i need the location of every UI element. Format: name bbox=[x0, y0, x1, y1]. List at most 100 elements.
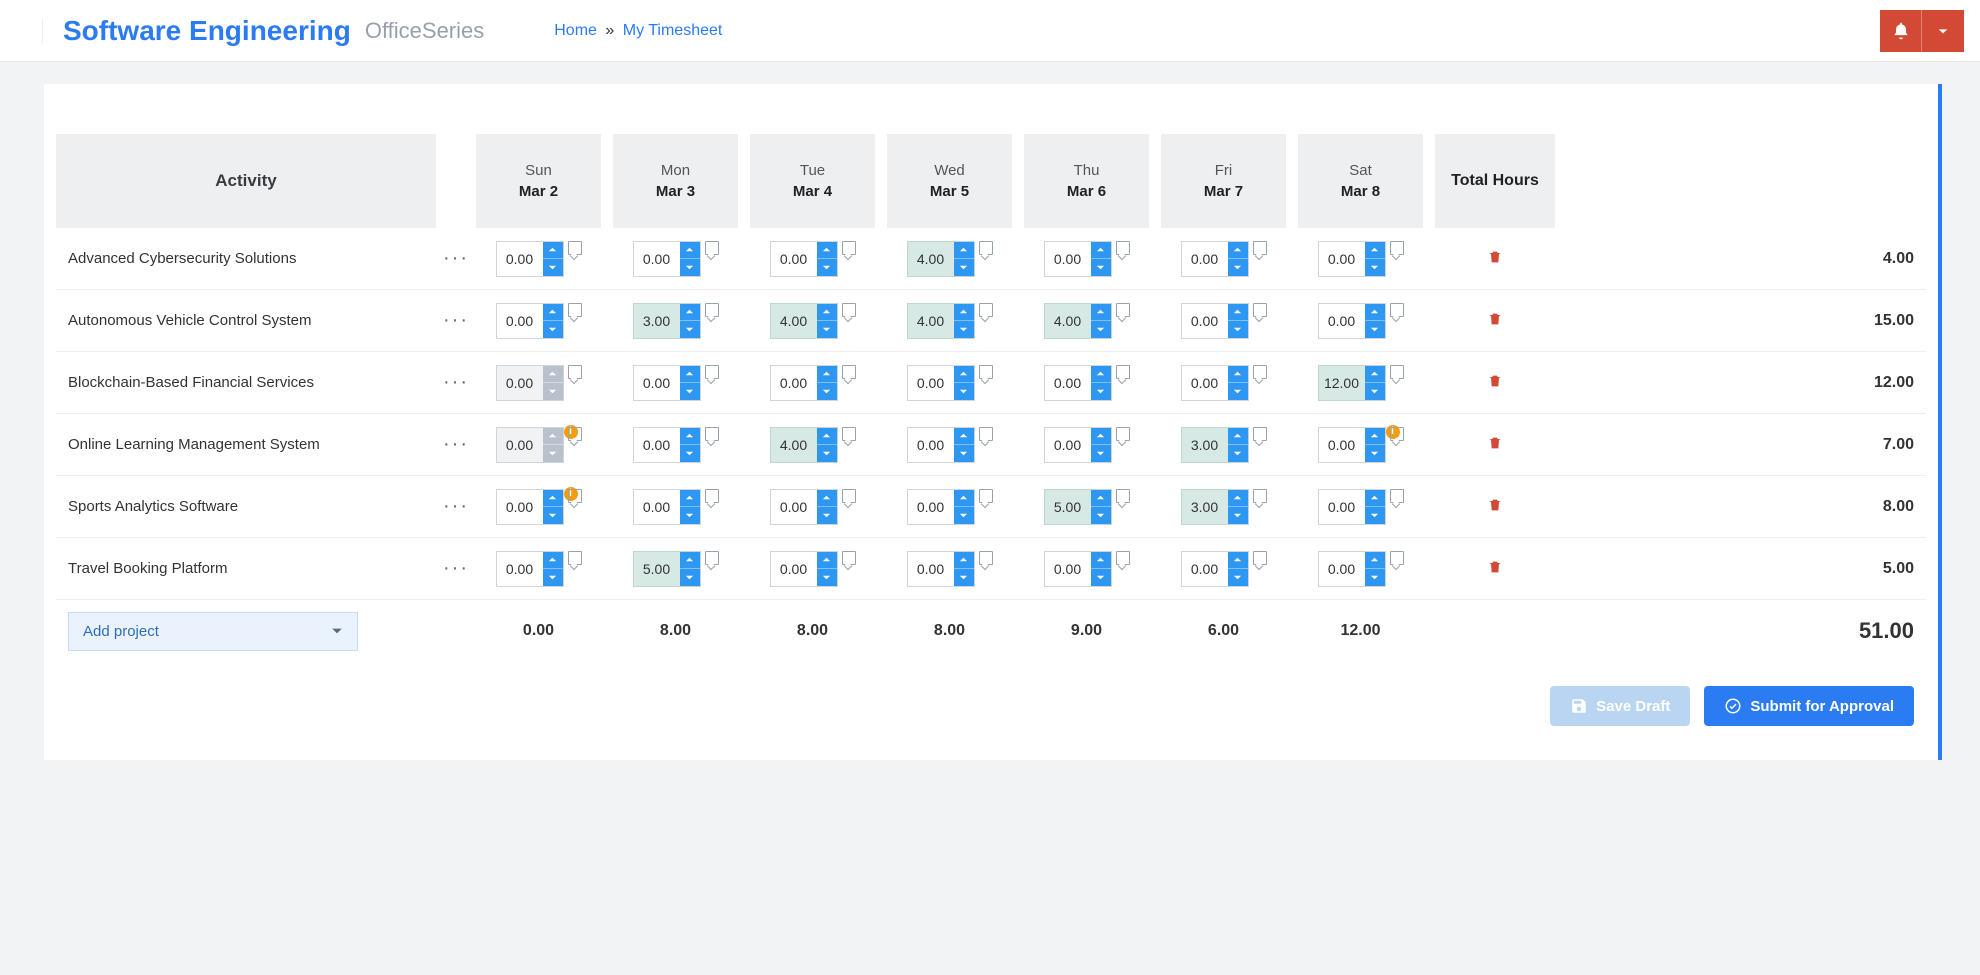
hours-decrement-button[interactable] bbox=[1091, 259, 1111, 276]
hours-increment-button[interactable] bbox=[954, 242, 974, 260]
hours-decrement-button[interactable] bbox=[817, 259, 837, 276]
hours-increment-button[interactable] bbox=[954, 490, 974, 508]
hours-input[interactable] bbox=[1182, 304, 1228, 338]
hours-increment-button[interactable] bbox=[817, 366, 837, 384]
hours-decrement-button[interactable] bbox=[954, 259, 974, 276]
delete-row-button[interactable] bbox=[1487, 500, 1503, 516]
hours-decrement-button[interactable] bbox=[1228, 569, 1248, 586]
note-icon[interactable] bbox=[1390, 427, 1404, 441]
hours-increment-button[interactable] bbox=[680, 366, 700, 384]
note-icon[interactable] bbox=[1116, 303, 1130, 317]
note-icon[interactable] bbox=[979, 427, 993, 441]
hours-decrement-button[interactable] bbox=[1091, 569, 1111, 586]
delete-row-button[interactable] bbox=[1487, 376, 1503, 392]
note-icon[interactable] bbox=[1390, 303, 1404, 317]
note-icon[interactable] bbox=[842, 489, 856, 503]
hours-input[interactable] bbox=[497, 242, 543, 276]
hours-increment-button[interactable] bbox=[1365, 490, 1385, 508]
hours-decrement-button[interactable] bbox=[1365, 569, 1385, 586]
hours-increment-button[interactable] bbox=[817, 242, 837, 260]
hours-input[interactable] bbox=[634, 428, 680, 462]
note-icon[interactable] bbox=[705, 365, 719, 379]
hours-decrement-button[interactable] bbox=[817, 569, 837, 586]
hours-decrement-button[interactable] bbox=[543, 569, 563, 586]
hours-decrement-button[interactable] bbox=[817, 507, 837, 524]
save-draft-button[interactable]: Save Draft bbox=[1550, 686, 1690, 726]
hours-increment-button[interactable] bbox=[1228, 242, 1248, 260]
hours-input[interactable] bbox=[771, 304, 817, 338]
note-icon[interactable] bbox=[1116, 427, 1130, 441]
hours-input[interactable] bbox=[771, 242, 817, 276]
note-icon[interactable] bbox=[1390, 489, 1404, 503]
hours-decrement-button[interactable] bbox=[817, 321, 837, 338]
hours-input[interactable] bbox=[497, 490, 543, 524]
hours-decrement-button[interactable] bbox=[680, 321, 700, 338]
notifications-dropdown-button[interactable] bbox=[1922, 10, 1964, 52]
hours-increment-button[interactable] bbox=[817, 304, 837, 322]
note-icon[interactable] bbox=[842, 427, 856, 441]
hours-decrement-button[interactable] bbox=[680, 507, 700, 524]
hours-input[interactable] bbox=[497, 304, 543, 338]
hours-increment-button[interactable] bbox=[680, 428, 700, 446]
note-icon[interactable] bbox=[705, 489, 719, 503]
hours-input[interactable] bbox=[634, 304, 680, 338]
note-icon[interactable] bbox=[1253, 365, 1267, 379]
hours-input[interactable] bbox=[1182, 490, 1228, 524]
hours-input[interactable] bbox=[908, 552, 954, 586]
hours-input[interactable] bbox=[634, 366, 680, 400]
hours-increment-button[interactable] bbox=[954, 304, 974, 322]
note-icon[interactable] bbox=[1253, 489, 1267, 503]
row-menu-button[interactable]: ··· bbox=[443, 557, 469, 579]
breadcrumb-home[interactable]: Home bbox=[554, 22, 597, 39]
delete-row-button[interactable] bbox=[1487, 562, 1503, 578]
hours-increment-button[interactable] bbox=[1228, 552, 1248, 570]
hours-decrement-button[interactable] bbox=[1365, 321, 1385, 338]
hours-input[interactable] bbox=[771, 428, 817, 462]
hours-input[interactable] bbox=[497, 366, 543, 400]
hours-increment-button[interactable] bbox=[543, 428, 563, 446]
hours-increment-button[interactable] bbox=[1091, 304, 1111, 322]
hours-increment-button[interactable] bbox=[1091, 552, 1111, 570]
hours-decrement-button[interactable] bbox=[954, 321, 974, 338]
hours-decrement-button[interactable] bbox=[817, 445, 837, 462]
hours-input[interactable] bbox=[1045, 242, 1091, 276]
hours-input[interactable] bbox=[497, 552, 543, 586]
hours-input[interactable] bbox=[771, 490, 817, 524]
hours-increment-button[interactable] bbox=[543, 552, 563, 570]
note-icon[interactable] bbox=[842, 365, 856, 379]
hours-input[interactable] bbox=[1319, 366, 1365, 400]
hours-increment-button[interactable] bbox=[543, 242, 563, 260]
hours-increment-button[interactable] bbox=[543, 304, 563, 322]
hours-decrement-button[interactable] bbox=[680, 569, 700, 586]
hours-increment-button[interactable] bbox=[1365, 366, 1385, 384]
hours-increment-button[interactable] bbox=[1091, 242, 1111, 260]
hours-input[interactable] bbox=[1045, 428, 1091, 462]
hours-increment-button[interactable] bbox=[954, 366, 974, 384]
hours-input[interactable] bbox=[1319, 242, 1365, 276]
hours-input[interactable] bbox=[634, 490, 680, 524]
hours-increment-button[interactable] bbox=[1365, 304, 1385, 322]
hours-increment-button[interactable] bbox=[1365, 428, 1385, 446]
note-icon[interactable] bbox=[705, 427, 719, 441]
hours-increment-button[interactable] bbox=[1228, 366, 1248, 384]
note-icon[interactable] bbox=[1390, 241, 1404, 255]
hours-decrement-button[interactable] bbox=[1365, 259, 1385, 276]
note-icon[interactable] bbox=[568, 365, 582, 379]
note-icon[interactable] bbox=[979, 241, 993, 255]
hours-decrement-button[interactable] bbox=[680, 383, 700, 400]
hours-decrement-button[interactable] bbox=[1365, 507, 1385, 524]
hours-input[interactable] bbox=[497, 428, 543, 462]
row-menu-button[interactable]: ··· bbox=[443, 433, 469, 455]
hours-increment-button[interactable] bbox=[1365, 242, 1385, 260]
note-icon[interactable] bbox=[1390, 551, 1404, 565]
hours-decrement-button[interactable] bbox=[543, 445, 563, 462]
add-project-dropdown[interactable]: Add project bbox=[68, 612, 358, 651]
hours-input[interactable] bbox=[1182, 242, 1228, 276]
hours-increment-button[interactable] bbox=[954, 428, 974, 446]
note-icon[interactable] bbox=[979, 489, 993, 503]
hours-input[interactable] bbox=[908, 366, 954, 400]
hamburger-menu-icon[interactable] bbox=[16, 19, 43, 43]
hours-input[interactable] bbox=[1319, 490, 1365, 524]
note-icon[interactable] bbox=[842, 241, 856, 255]
hours-decrement-button[interactable] bbox=[817, 383, 837, 400]
